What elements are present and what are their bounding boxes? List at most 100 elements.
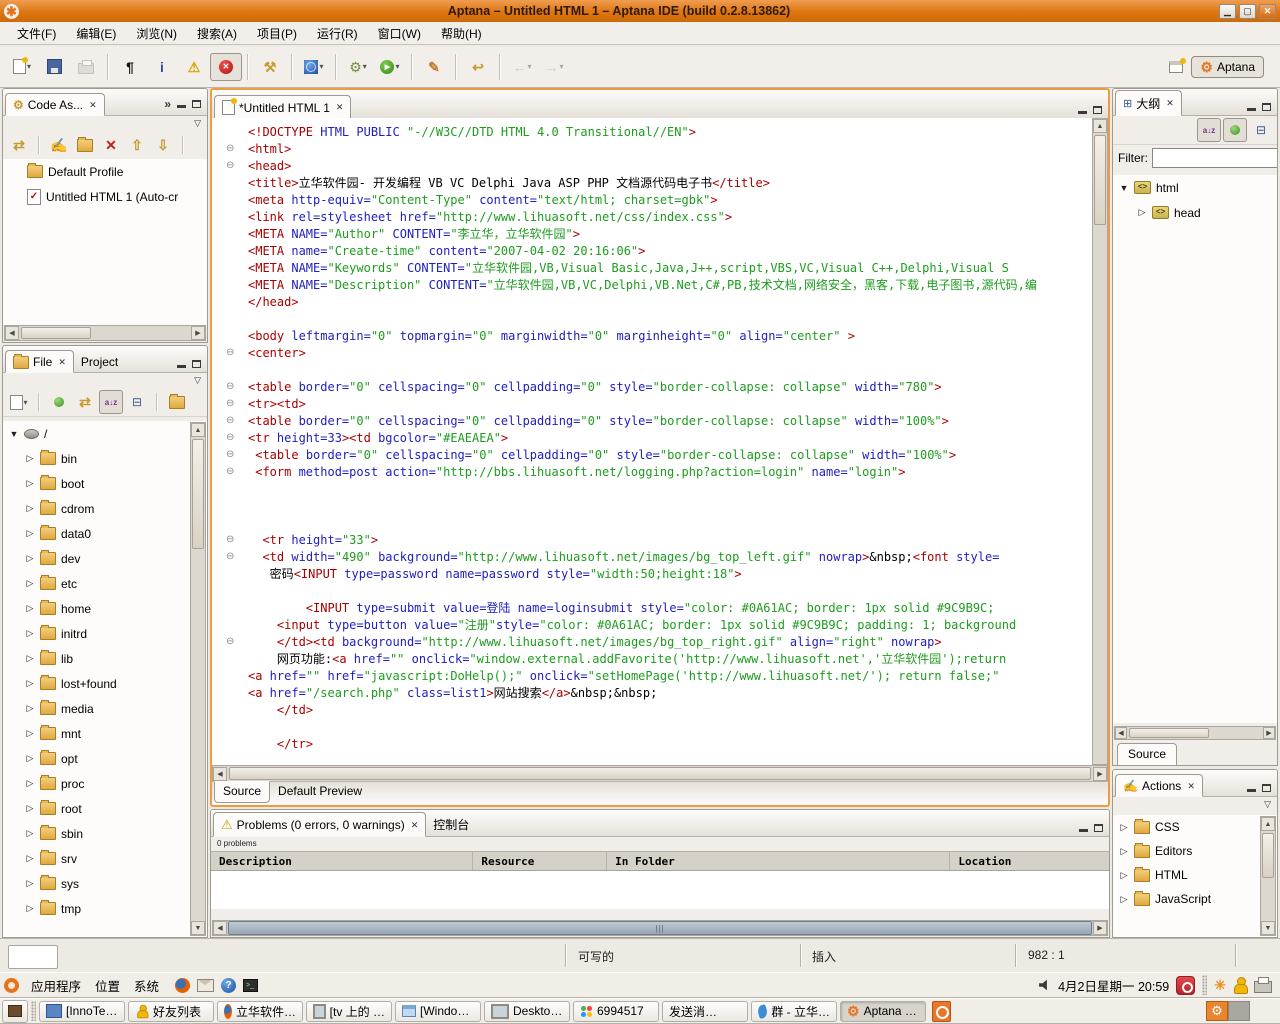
connect-button[interactable]: [47, 390, 71, 414]
scroll-thumb[interactable]: [21, 327, 91, 339]
filter-input[interactable]: [1152, 148, 1278, 168]
tree-item-opt[interactable]: ▷opt: [3, 746, 207, 771]
tree-item-cdrom[interactable]: ▷cdrom: [3, 496, 207, 521]
workspace-empty[interactable]: [1228, 1001, 1250, 1021]
nav-forward-button[interactable]: →▾: [538, 53, 570, 81]
close-icon[interactable]: ✕: [1259, 4, 1276, 19]
menu-item-3[interactable]: 搜索(A): [188, 23, 246, 44]
tab-file[interactable]: File ✕: [5, 350, 74, 373]
close-icon[interactable]: ✕: [58, 357, 66, 368]
tree-item-media[interactable]: ▷media: [3, 696, 207, 721]
tree-item-home[interactable]: ▷home: [3, 596, 207, 621]
scroll-thumb[interactable]: [192, 439, 204, 549]
collapse-all-button[interactable]: ⊟: [125, 390, 149, 414]
code-line[interactable]: <tr><td>: [212, 396, 1092, 413]
code-line[interactable]: <table border="0" cellspacing="0" cellpa…: [212, 379, 1092, 396]
code-line[interactable]: <table border="0" cellspacing="0" cellpa…: [212, 413, 1092, 430]
error-button[interactable]: ✕: [210, 53, 242, 81]
gnome-menu-1[interactable]: 位置: [89, 974, 126, 997]
code-line[interactable]: [212, 311, 1092, 328]
maximize-icon[interactable]: ▢: [1239, 4, 1256, 19]
tab-problems[interactable]: ⚠ Problems (0 errors, 0 warnings) ✕: [213, 812, 426, 837]
show-desktop-button[interactable]: [2, 1000, 28, 1023]
code-line[interactable]: [212, 481, 1092, 498]
scroll-right-icon[interactable]: ▶: [1263, 727, 1275, 739]
tree-item-lost+found[interactable]: ▷lost+found: [3, 671, 207, 696]
scroll-right-icon[interactable]: ▶: [1093, 767, 1107, 781]
scroll-right-icon[interactable]: ▶: [191, 326, 205, 340]
sync-button[interactable]: ⇄: [73, 390, 97, 414]
minimize-view-icon[interactable]: [1079, 829, 1088, 832]
code-line[interactable]: <META NAME="Keywords" CONTENT="立华软件园,VB,…: [212, 260, 1092, 277]
horizontal-scrollbar[interactable]: ◀ ▶: [1114, 726, 1276, 740]
maximize-view-icon[interactable]: [1093, 106, 1102, 114]
aptana-perspective-button[interactable]: ⚙ Aptana: [1191, 56, 1264, 78]
code-line[interactable]: </head>: [212, 294, 1092, 311]
task-button-0[interactable]: [InnoTe…: [39, 1001, 125, 1022]
minimize-view-icon[interactable]: [1078, 111, 1087, 114]
power-button-icon[interactable]: [1176, 976, 1195, 995]
code-editor[interactable]: ⊖⊖⊖⊖⊖⊖⊖⊖⊖⊖⊖⊖ <!DOCTYPE HTML PUBLIC "-//W…: [212, 118, 1108, 765]
code-line[interactable]: <META name="Create-time" content="2007-0…: [212, 243, 1092, 260]
pilcrow-button[interactable]: ¶: [114, 53, 146, 81]
horizontal-scrollbar[interactable]: ◀ ▶: [4, 325, 206, 341]
close-icon[interactable]: ✕: [411, 820, 419, 831]
tree-item-data0[interactable]: ▷data0: [3, 521, 207, 546]
tab-project[interactable]: Project: [74, 351, 125, 372]
maximize-view-icon[interactable]: [192, 360, 201, 368]
scroll-thumb[interactable]: |||: [228, 921, 1092, 935]
column-header-location[interactable]: Location: [950, 852, 1109, 870]
sync-button[interactable]: ⇄: [7, 133, 31, 157]
menu-item-1[interactable]: 编辑(E): [67, 23, 125, 44]
panel-clock[interactable]: 4月2日星期一 20:59: [1058, 976, 1169, 995]
tab-actions[interactable]: ✍ Actions ✕: [1115, 774, 1203, 797]
view-menu-arrow[interactable]: ▽: [194, 118, 201, 129]
open-perspective-icon[interactable]: [1169, 61, 1183, 73]
actions-item-html[interactable]: ▷HTML: [1113, 863, 1277, 887]
move-up-button[interactable]: ⇧: [125, 133, 149, 157]
warning-button[interactable]: ⚠: [178, 53, 210, 81]
task-button-6[interactable]: 6994517: [573, 1001, 659, 1022]
scroll-thumb[interactable]: [229, 767, 1091, 780]
tab-code-assist[interactable]: ⚙ Code As... ✕: [5, 93, 105, 116]
tree-item-proc[interactable]: ▷proc: [3, 771, 207, 796]
new-file-button[interactable]: ▾: [6, 53, 38, 81]
editor-horizontal-scrollbar[interactable]: ◀ ▶: [212, 765, 1108, 782]
delete-button[interactable]: ✕: [99, 133, 123, 157]
debug-button[interactable]: ⚙▾: [342, 53, 374, 81]
tree-item-root[interactable]: ▷root: [3, 796, 207, 821]
tree-item-initrd[interactable]: ▷initrd: [3, 621, 207, 646]
column-header-description[interactable]: Description: [211, 852, 473, 870]
minimize-view-icon[interactable]: [177, 365, 186, 368]
scroll-left-icon[interactable]: ◀: [213, 767, 227, 781]
update-notifier-icon[interactable]: ✳: [1214, 977, 1226, 994]
code-line[interactable]: [212, 515, 1092, 532]
tools-button[interactable]: ⚒: [254, 53, 286, 81]
trash-icon[interactable]: [932, 1001, 951, 1022]
menu-item-6[interactable]: 窗口(W): [369, 23, 430, 44]
tree-item-sbin[interactable]: ▷sbin: [3, 821, 207, 846]
scroll-thumb[interactable]: [1094, 135, 1106, 225]
code-line[interactable]: <html>: [212, 141, 1092, 158]
code-line[interactable]: <body leftmargin="0" topmargin="0" margi…: [212, 328, 1092, 345]
actions-item-editors[interactable]: ▷Editors: [1113, 839, 1277, 863]
nav-back-button[interactable]: ←▾: [506, 53, 538, 81]
code-line[interactable]: <center>: [212, 345, 1092, 362]
column-header-in-folder[interactable]: In Folder: [607, 852, 950, 870]
maximize-view-icon[interactable]: [1262, 784, 1271, 792]
collapse-all-button[interactable]: ⊟: [1249, 118, 1273, 142]
scroll-thumb[interactable]: [1262, 833, 1274, 878]
tab-editor-untitled-html[interactable]: *Untitled HTML 1 ✕: [214, 95, 351, 119]
code-line[interactable]: <META NAME="Description" CONTENT="立华软件园,…: [212, 277, 1092, 294]
gnome-menu-0[interactable]: 应用程序: [25, 974, 87, 997]
new-script-button[interactable]: ✍: [47, 133, 71, 157]
task-button-2[interactable]: 立华软件…: [217, 1001, 303, 1022]
info-button[interactable]: i: [146, 53, 178, 81]
scroll-right-icon[interactable]: ▶: [1093, 921, 1107, 935]
code-line[interactable]: [212, 583, 1092, 600]
ubuntu-logo-icon[interactable]: [4, 978, 19, 993]
code-line[interactable]: <!DOCTYPE HTML PUBLIC "-//W3C//DTD HTML …: [212, 124, 1092, 141]
tree-root-item[interactable]: ▼/: [3, 421, 207, 446]
code-line[interactable]: <tr height=33><td bgcolor="#EAEAEA">: [212, 430, 1092, 447]
tree-item-lib[interactable]: ▷lib: [3, 646, 207, 671]
